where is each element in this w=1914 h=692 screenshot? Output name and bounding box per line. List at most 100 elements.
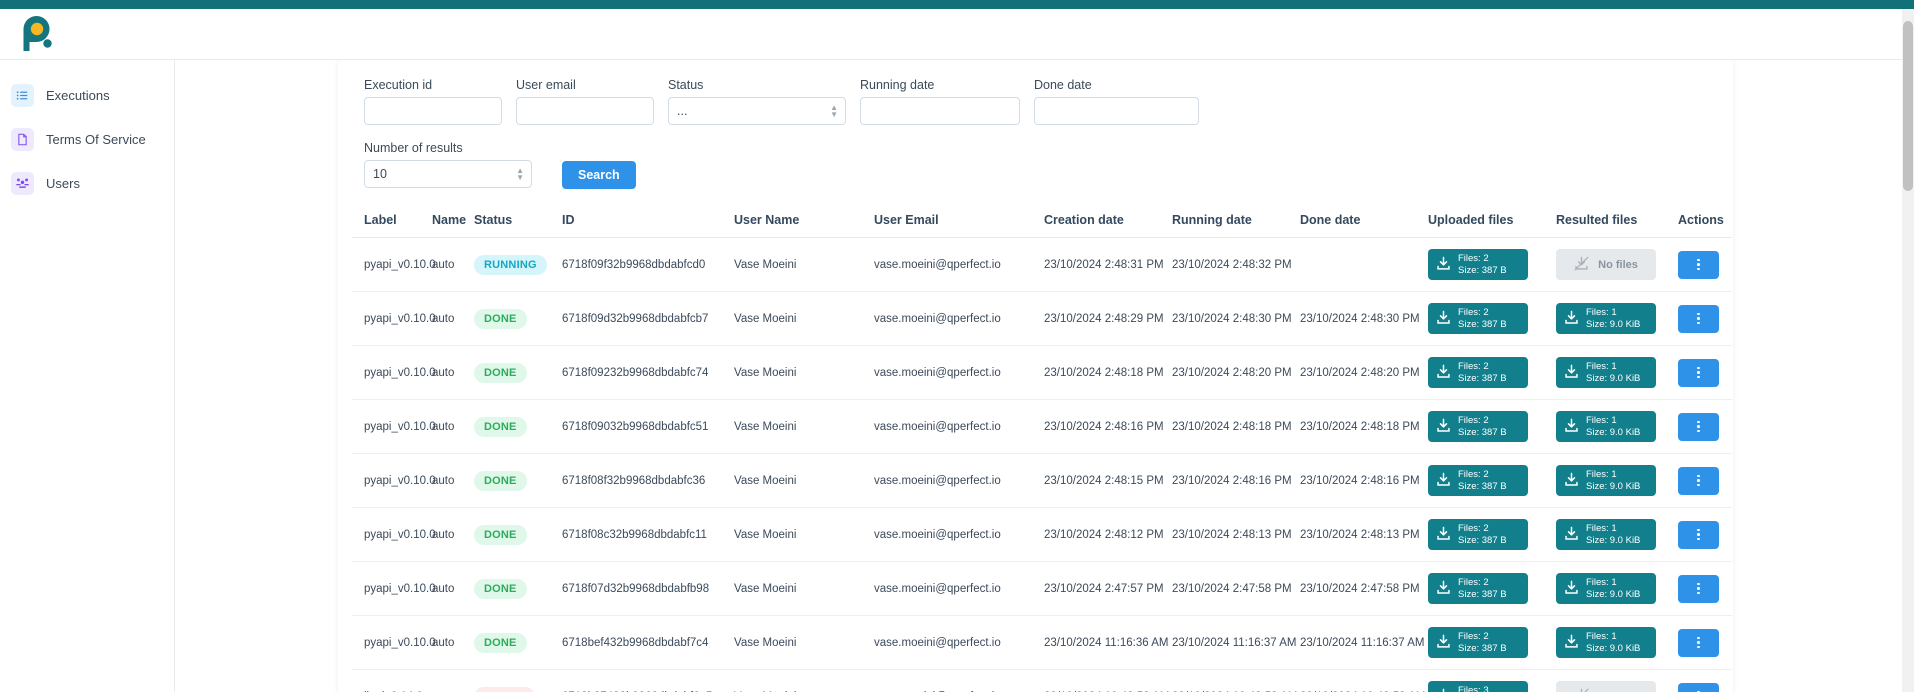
resulted-files-download-button[interactable]: Files: 1 Size: 9.0 KiB	[1556, 627, 1656, 658]
row-actions-menu-button[interactable]	[1678, 574, 1719, 603]
resulted-files-download-button[interactable]: Files: 1 Size: 9.0 KiB	[1556, 303, 1656, 334]
uploaded-files-meta: Files: 3Size: 393 B	[1458, 685, 1507, 692]
cell-running-date: 23/10/2024 2:48:30 PM	[1168, 291, 1296, 346]
number-of-results-select[interactable]	[364, 160, 532, 188]
cell-uploaded-files: Files: 3Size: 393 B	[1424, 669, 1552, 692]
cell-id: 6718b87432b9968dbdabf6e5	[558, 669, 730, 692]
status-select[interactable]	[668, 97, 846, 125]
no-files-icon	[1574, 688, 1589, 692]
uploaded-files-meta: Files: 2 Size: 387 B	[1458, 253, 1507, 276]
cell-label: pyapi_v0.10.0	[352, 345, 436, 400]
search-button[interactable]: Search	[562, 161, 636, 189]
uploaded-files-meta: Files: 2 Size: 387 B	[1458, 523, 1507, 546]
uploaded-files-download-button[interactable]: Files: 2 Size: 387 B	[1428, 573, 1528, 604]
uploaded-files-download-button[interactable]: Files: 2 Size: 387 B	[1428, 519, 1528, 550]
row-actions-menu-button[interactable]	[1678, 682, 1719, 692]
cell-done-date: 23/10/2024 2:48:13 PM	[1296, 507, 1424, 562]
row-actions-menu-button[interactable]	[1678, 466, 1719, 495]
uploaded-files-download-button[interactable]: Files: 2 Size: 387 B	[1428, 411, 1528, 442]
executions-card: Execution id User email Status ▲▼ Runnin…	[338, 60, 1733, 692]
status-badge: DONE	[474, 524, 527, 545]
uploaded-files-download-button[interactable]: Files: 2 Size: 387 B	[1428, 357, 1528, 388]
done-date-input[interactable]	[1034, 97, 1199, 125]
execution-id-input[interactable]	[364, 97, 502, 125]
resulted-files-count: Files: 1	[1586, 415, 1617, 426]
cell-label: pyapi_v0.10.0	[352, 237, 436, 292]
table-row[interactable]: pyapi_v0.10.0 auto DONE 6718f08f32b9968dbda…	[352, 453, 1732, 508]
status-badge: DONE	[474, 308, 527, 329]
resulted-files-count: Files: 1	[1586, 523, 1617, 534]
top-accent-bar	[0, 0, 1914, 9]
resulted-files-download-button[interactable]: Files: 1 Size: 9.0 KiB	[1556, 465, 1656, 496]
cell-id: 6718f09032b9968dbdabfc51	[558, 399, 730, 454]
resulted-files-download-button[interactable]: Files: 1 Size: 9.0 KiB	[1556, 573, 1656, 604]
status-badge: ERROR	[474, 686, 535, 692]
table-row[interactable]: pyapi_v0.10.0 auto RUNNING 6718f09f32b9968d…	[352, 237, 1732, 292]
cell-status: RUNNING	[470, 237, 558, 292]
running-date-input[interactable]	[860, 97, 1020, 125]
row-actions-menu-button[interactable]	[1678, 358, 1719, 387]
row-actions-menu-button[interactable]	[1678, 628, 1719, 657]
uploaded-files-meta: Files: 2 Size: 387 B	[1458, 307, 1507, 330]
cell-creation-date: 23/10/2024 2:48:18 PM	[1040, 345, 1168, 400]
page-scrollbar-track[interactable]	[1902, 9, 1914, 692]
user-email-input[interactable]	[516, 97, 654, 125]
cell-name: auto	[428, 399, 470, 454]
cell-status: DONE	[470, 399, 558, 454]
resulted-files-download-button[interactable]: Files: 1 Size: 9.0 KiB	[1556, 411, 1656, 442]
cell-done-date	[1296, 237, 1424, 292]
page-scrollbar-thumb[interactable]	[1903, 21, 1913, 191]
uploaded-files-meta: Files: 2 Size: 387 B	[1458, 415, 1507, 438]
sidebar-item-users[interactable]: Users	[0, 166, 174, 200]
uploaded-files-download-button[interactable]: Files: 2 Size: 387 B	[1428, 249, 1528, 280]
table-row[interactable]: jlapi_0.14.0auto ERROR 6718b87432b9968dbda…	[352, 669, 1732, 692]
resulted-files-size: Size: 9.0 KiB	[1586, 534, 1641, 546]
cell-id: 6718f09f32b9968dbdabfcd0	[558, 237, 730, 292]
cell-done-date: 23/10/2024 11:16:37 AM	[1296, 615, 1424, 670]
uploaded-files-download-button[interactable]: Files: 2 Size: 387 B	[1428, 465, 1528, 496]
resulted-files-download-button[interactable]: Files: 1 Size: 9.0 KiB	[1556, 357, 1656, 388]
cell-user-name: Vase Moeini	[730, 615, 870, 670]
cell-actions	[1674, 669, 1732, 692]
cell-user-name: Vase Moeini	[730, 561, 870, 616]
cell-user-email: vase.moeini@qperfect.io	[870, 453, 1040, 508]
running-date-field-group: Running date	[860, 78, 1020, 125]
cell-status: DONE	[470, 615, 558, 670]
uploaded-files-count: Files: 2	[1458, 253, 1489, 264]
uploaded-files-download-button[interactable]: Files: 2 Size: 387 B	[1428, 627, 1528, 658]
table-row[interactable]: pyapi_v0.10.0 auto DONE 6718f09032b9968dbda…	[352, 399, 1732, 454]
sidebar-item-terms-of-service[interactable]: Terms Of Service	[0, 122, 174, 156]
table-row[interactable]: pyapi_v0.10.0 auto DONE 6718f07d32b9968dbda…	[352, 561, 1732, 616]
row-actions-menu-button[interactable]	[1678, 520, 1719, 549]
resulted-files-size: Size: 9.0 KiB	[1586, 588, 1641, 600]
table-row[interactable]: pyapi_v0.10.0 auto DONE 6718f08c32b9968dbda…	[352, 507, 1732, 562]
cell-user-email: vase.moeini@qperfect.io	[870, 345, 1040, 400]
download-icon	[1436, 580, 1451, 598]
sidebar-item-executions[interactable]: Executions	[0, 78, 174, 112]
resulted-files-meta: Files: 1 Size: 9.0 KiB	[1586, 415, 1640, 438]
cell-creation-date: 23/10/2024 10:48:52 AM	[1040, 669, 1169, 692]
kebab-menu-icon	[1697, 420, 1700, 433]
row-actions-menu-button[interactable]	[1678, 412, 1719, 441]
resulted-files-download-button[interactable]: Files: 1 Size: 9.0 KiB	[1556, 519, 1656, 550]
cell-name: auto	[428, 507, 470, 562]
kebab-menu-icon	[1697, 582, 1700, 595]
row-actions-menu-button[interactable]	[1678, 250, 1719, 279]
uploaded-files-count: Files: 2	[1458, 469, 1489, 480]
cell-label: pyapi_v0.10.0	[352, 291, 436, 346]
download-icon	[1564, 526, 1579, 544]
cell-label: pyapi_v0.10.0	[352, 615, 436, 670]
table-row[interactable]: pyapi_v0.10.0 auto DONE 6718f09d32b9968dbda…	[352, 291, 1732, 346]
qperfect-logo[interactable]	[16, 13, 58, 55]
table-row[interactable]: pyapi_v0.10.0 auto DONE 6718f09232b9968dbda…	[352, 345, 1732, 400]
cell-running-date: 23/10/2024 10:48:53 AM	[1168, 669, 1297, 692]
cell-running-date: 23/10/2024 2:48:13 PM	[1168, 507, 1296, 562]
cell-actions	[1674, 615, 1732, 670]
table-row[interactable]: pyapi_v0.10.0 auto DONE 6718bef432b9968dbda…	[352, 615, 1732, 670]
cell-user-email: vase.moeini@qperfect.io	[870, 669, 1040, 692]
row-actions-menu-button[interactable]	[1678, 304, 1719, 333]
resulted-files-size: Size: 9.0 KiB	[1586, 642, 1641, 654]
uploaded-files-download-button[interactable]: Files: 2 Size: 387 B	[1428, 303, 1528, 334]
uploaded-files-download-button[interactable]: Files: 3Size: 393 B	[1428, 681, 1528, 692]
column-header-id: ID	[558, 205, 730, 238]
